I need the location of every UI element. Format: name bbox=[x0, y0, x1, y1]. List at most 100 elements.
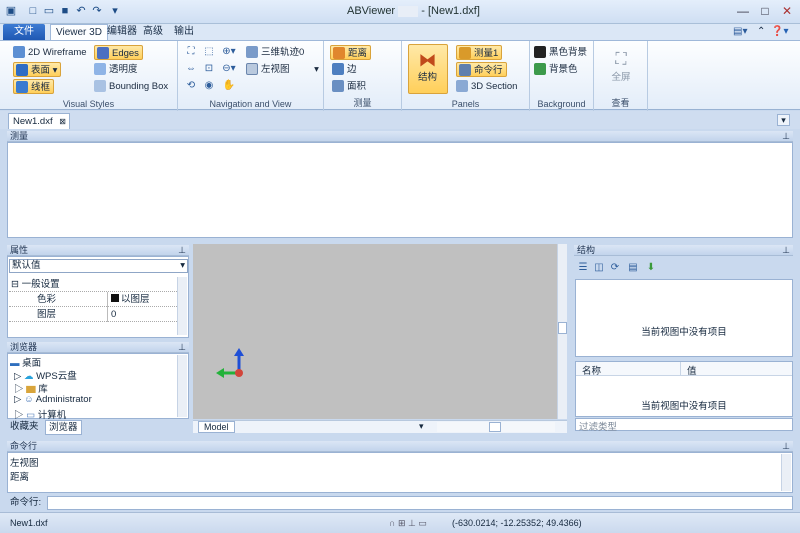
redo-icon[interactable]: ↷ bbox=[90, 4, 104, 18]
pin-icon[interactable]: ⊥ bbox=[178, 342, 186, 353]
cmdline-button[interactable]: 命令行 bbox=[456, 62, 507, 77]
pan-icon[interactable]: ⇔ bbox=[184, 62, 198, 75]
area-button[interactable]: 面积 bbox=[332, 79, 366, 94]
qa-dropdown-icon[interactable]: ▾ bbox=[108, 4, 122, 18]
help-icon[interactable]: ❓▾ bbox=[766, 24, 793, 40]
tab-advanced[interactable]: 高级 bbox=[138, 24, 168, 40]
orbit-icon[interactable]: ◉ bbox=[202, 79, 216, 92]
property-row[interactable]: 图层 0 bbox=[9, 307, 179, 322]
save-icon[interactable]: ■ bbox=[58, 4, 72, 18]
browser-tree: ▬ 桌面 ▷ ☁ WPS云盘 ▷ ▆ 库 ▷ ☺ Administrator ▷… bbox=[7, 353, 189, 419]
pin-icon[interactable]: ⊥ bbox=[782, 441, 790, 452]
group-label: Background bbox=[537, 99, 586, 109]
maximize-button[interactable]: □ bbox=[754, 2, 776, 20]
close-button[interactable]: ✕ bbox=[776, 2, 798, 20]
y-axis-arrow bbox=[234, 348, 244, 356]
doc-tab[interactable]: New1.dxf ⊠ bbox=[8, 113, 70, 129]
export-icon[interactable]: ⬇ bbox=[644, 261, 658, 274]
viewport-hscroll[interactable] bbox=[437, 422, 555, 432]
property-row[interactable]: 色彩 以图层 bbox=[9, 292, 179, 307]
pin-icon[interactable]: ⊥ bbox=[782, 131, 790, 142]
filter-type-field[interactable]: 过滤类型 bbox=[575, 418, 793, 433]
properties-icon[interactable]: ▤ bbox=[626, 261, 640, 274]
distance-button[interactable]: 距离 bbox=[330, 45, 372, 60]
pin-icon[interactable]: ⊥ bbox=[178, 245, 186, 256]
tree-item-admin[interactable]: ▷ ☺ Administrator bbox=[14, 394, 92, 405]
tab-output[interactable]: 输出 bbox=[169, 24, 199, 40]
tab-viewer-3d[interactable]: Viewer 3D bbox=[50, 24, 108, 40]
bounding-box-button[interactable]: Bounding Box bbox=[94, 79, 168, 94]
tab-editor[interactable]: 编辑器 bbox=[102, 24, 142, 40]
viewport-vscroll[interactable] bbox=[557, 244, 567, 419]
group-measure: 距离 边 面积 测量 bbox=[324, 41, 402, 111]
tree-item-library[interactable]: ▷ ▆ 库 bbox=[14, 381, 48, 395]
cmdline-icon bbox=[459, 64, 471, 77]
wireframe-button[interactable]: 2D Wireframe bbox=[13, 45, 87, 60]
browser-scrollbar[interactable] bbox=[177, 355, 187, 417]
properties-dropdown[interactable]: 默认值 ▾ bbox=[9, 259, 188, 273]
zoom-window-icon[interactable]: ⬚ bbox=[202, 45, 216, 58]
bg-color-button[interactable]: 背景色 bbox=[534, 62, 578, 77]
rotate-icon[interactable]: ⟲ bbox=[184, 79, 198, 92]
tab-favorites[interactable]: 收藏夹 bbox=[10, 420, 39, 433]
window-menu-icon[interactable]: ▤▾ bbox=[728, 24, 752, 40]
minimize-button[interactable]: — bbox=[732, 2, 754, 20]
edge-button[interactable]: 边 bbox=[332, 62, 357, 77]
transparency-icon bbox=[94, 63, 106, 76]
zoom-in-icon[interactable]: ⊕▾ bbox=[222, 45, 236, 58]
refresh-icon[interactable]: ⟳ bbox=[608, 261, 622, 274]
lines-button[interactable]: 线框 bbox=[13, 79, 55, 94]
lines-icon bbox=[16, 81, 28, 94]
fit-icon[interactable]: ⊡ bbox=[202, 62, 216, 75]
3d-section-button[interactable]: 3D Section bbox=[456, 79, 517, 94]
snap-icons[interactable]: ∩ ⊞ ⊥ ▭ bbox=[389, 513, 427, 533]
area-icon bbox=[332, 80, 344, 93]
tab-model[interactable]: Model bbox=[198, 421, 235, 433]
tree-item-desktop[interactable]: ▬ 桌面 bbox=[10, 355, 41, 369]
structure-button[interactable]: ⧓ 结构 bbox=[408, 44, 448, 94]
tabs-dropdown-icon[interactable]: ▾ bbox=[777, 114, 790, 126]
browser-header: 浏览器 ⊥ bbox=[7, 342, 189, 353]
close-tab-icon[interactable]: ⊠ bbox=[59, 114, 66, 129]
open-icon[interactable]: ▭ bbox=[42, 4, 56, 18]
undo-icon[interactable]: ↶ bbox=[74, 4, 88, 18]
pin-icon[interactable]: ⊥ bbox=[782, 245, 790, 256]
edges-button[interactable]: Edges bbox=[94, 45, 143, 60]
cmd-scrollbar[interactable] bbox=[781, 454, 791, 491]
group-label: Navigation and View bbox=[209, 99, 292, 109]
transparency-button[interactable]: 透明度 bbox=[94, 62, 138, 77]
group-visual-styles: 2D Wireframe 表面 ▾ 线框 Edges 透明度 Bounding … bbox=[0, 41, 178, 111]
distance-icon bbox=[333, 47, 345, 60]
properties-scrollbar[interactable] bbox=[177, 277, 187, 335]
3d-viewport[interactable] bbox=[193, 244, 567, 419]
select-icon[interactable]: ⛶ bbox=[184, 45, 198, 58]
layouts-dropdown-icon[interactable]: ▾ bbox=[419, 421, 424, 432]
tree-item-wps[interactable]: ▷ ☁ WPS云盘 bbox=[14, 368, 77, 382]
hand-icon[interactable]: ✋ bbox=[222, 79, 236, 92]
property-section[interactable]: ⊟ 一般设置 bbox=[9, 277, 179, 292]
new-icon[interactable]: □ bbox=[26, 4, 40, 18]
list-view-icon[interactable]: ☰ bbox=[576, 261, 590, 274]
structure-props: 名称值 当前视图中没有项目 bbox=[575, 361, 793, 417]
cmd-input[interactable] bbox=[47, 496, 793, 510]
tree-item-computer[interactable]: ▷ ▭ 计算机 bbox=[14, 407, 66, 419]
orbit-button[interactable]: 三维轨迹0 bbox=[246, 45, 304, 60]
group-view: ⛶ 全屏 查看 bbox=[594, 41, 648, 111]
measure1-button[interactable]: 测量1 bbox=[456, 45, 503, 60]
app-icon[interactable]: ▣ bbox=[4, 4, 18, 18]
tab-browser[interactable]: 浏览器 bbox=[45, 420, 82, 435]
axis-gizmo bbox=[216, 348, 244, 378]
structure-header: 结构 ⊥ bbox=[574, 245, 793, 256]
left-view-button[interactable]: 左视图 ▾ bbox=[246, 62, 319, 77]
properties-panel: 默认值 ▾ ⊟ 一般设置 色彩 以图层 图层 0 bbox=[7, 256, 189, 338]
x-axis-arrow bbox=[216, 368, 224, 378]
fullscreen-button[interactable]: ⛶ 全屏 bbox=[604, 49, 638, 89]
property-grid: ⊟ 一般设置 色彩 以图层 图层 0 bbox=[9, 277, 179, 322]
tab-file[interactable]: 文件 bbox=[3, 24, 45, 40]
black-bg-icon bbox=[534, 46, 546, 59]
bg-color-icon bbox=[534, 63, 546, 76]
split-view-icon[interactable]: ◫ bbox=[592, 261, 606, 274]
black-bg-button[interactable]: 黑色背景 bbox=[534, 45, 587, 60]
zoom-out-icon[interactable]: ⊖▾ bbox=[222, 62, 236, 75]
surface-button[interactable]: 表面 ▾ bbox=[13, 62, 62, 77]
